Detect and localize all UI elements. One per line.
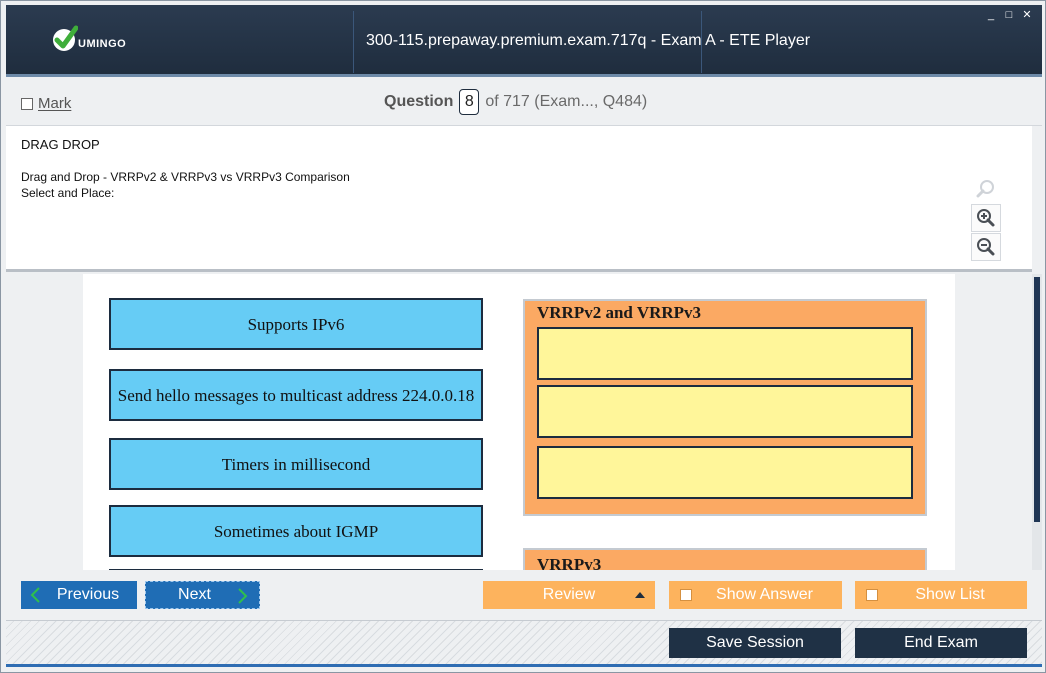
next-label: Next (178, 586, 211, 603)
drop-group-vrrpv3: VRRPv3 (523, 548, 927, 570)
exhibit-scrollbar[interactable] (1032, 274, 1042, 570)
drag-item-timers-ms[interactable]: Timers in millisecond (109, 438, 483, 490)
zoom-out-icon[interactable] (971, 233, 1001, 261)
question-type: DRAG DROP (21, 137, 100, 152)
title-bar: UMINGO 300-115.prepaway.premium.exam.717… (6, 5, 1042, 77)
mark-checkbox-box[interactable] (21, 97, 33, 110)
drag-item-supports-ipv6[interactable]: Supports IPv6 (109, 298, 483, 350)
drop-group-vrrpv2-vrrpv3: VRRPv2 and VRRPv3 (523, 299, 927, 516)
close-button[interactable]: ✕ (1021, 9, 1033, 21)
footer-accent-line (6, 664, 1042, 667)
search-icon[interactable] (971, 175, 1001, 203)
save-session-button[interactable]: Save Session (669, 628, 841, 658)
vumingo-logo: UMINGO (52, 25, 142, 59)
next-button[interactable]: Next (145, 581, 260, 609)
drop-slot[interactable] (537, 385, 913, 438)
mark-checkbox[interactable]: Mark (21, 95, 71, 112)
drag-item-hello-multicast[interactable]: Send hello messages to multicast address… (109, 369, 483, 421)
show-list-button[interactable]: Show List (855, 581, 1027, 609)
show-answer-button[interactable]: Show Answer (669, 581, 842, 609)
question-instruction: Select and Place: (21, 186, 115, 200)
mark-label: Mark (38, 95, 72, 112)
question-count: of 717 (Exam..., Q484) (485, 93, 648, 110)
maximize-button[interactable]: □ (1003, 9, 1015, 21)
exhibit-panel: Supports IPv6 Send hello messages to mul… (6, 274, 1032, 570)
chevron-right-icon (238, 588, 248, 604)
footer-bar: Save Session End Exam (6, 620, 1042, 667)
show-list-label: Show List (915, 586, 985, 603)
previous-button[interactable]: Previous (21, 581, 137, 609)
minimize-button[interactable]: _ (985, 9, 997, 21)
drop-group-title: VRRPv2 and VRRPv3 (537, 303, 702, 322)
drop-slot[interactable] (537, 327, 913, 380)
review-button[interactable]: Review (483, 581, 655, 609)
end-exam-button[interactable]: End Exam (855, 628, 1027, 658)
drag-drop-canvas: Supports IPv6 Send hello messages to mul… (83, 274, 955, 570)
drop-slot[interactable] (537, 446, 913, 499)
logo-text: UMINGO (78, 38, 127, 50)
window-title: 300-115.prepaway.premium.exam.717q - Exa… (366, 32, 811, 49)
question-number-input[interactable]: 8 (459, 89, 480, 115)
question-label: Question (384, 93, 454, 110)
logo-check-icon (53, 25, 78, 51)
zoom-toolbar (971, 175, 1001, 261)
question-title: Drag and Drop - VRRPv2 & VRRPv3 vs VRRPv… (21, 170, 350, 184)
show-answer-label: Show Answer (716, 586, 813, 603)
scrollbar-thumb[interactable] (1034, 277, 1040, 522)
caret-up-icon (635, 592, 645, 598)
question-text-panel: DRAG DROP Drag and Drop - VRRPv2 & VRRPv… (6, 126, 1032, 272)
question-header: Mark Question 8 of 717 (Exam..., Q484) (6, 80, 1042, 126)
drop-group-title: VRRPv3 (537, 555, 602, 570)
chevron-left-icon (30, 587, 40, 603)
review-label: Review (542, 586, 596, 603)
zoom-in-icon[interactable] (971, 204, 1001, 232)
title-separator (353, 11, 354, 73)
ete-player-window: UMINGO 300-115.prepaway.premium.exam.717… (0, 0, 1046, 673)
drag-item-igmp[interactable]: Sometimes about IGMP (109, 505, 483, 557)
window-controls: _ □ ✕ (985, 9, 1037, 23)
question-navigator: Question 8 of 717 (Exam..., Q484) (384, 89, 647, 115)
navigation-bar: Previous Next Review Show Answer Show Li… (6, 570, 1042, 620)
show-answer-checkbox[interactable] (680, 589, 692, 601)
previous-label: Previous (56, 586, 120, 603)
show-list-checkbox[interactable] (866, 589, 878, 601)
